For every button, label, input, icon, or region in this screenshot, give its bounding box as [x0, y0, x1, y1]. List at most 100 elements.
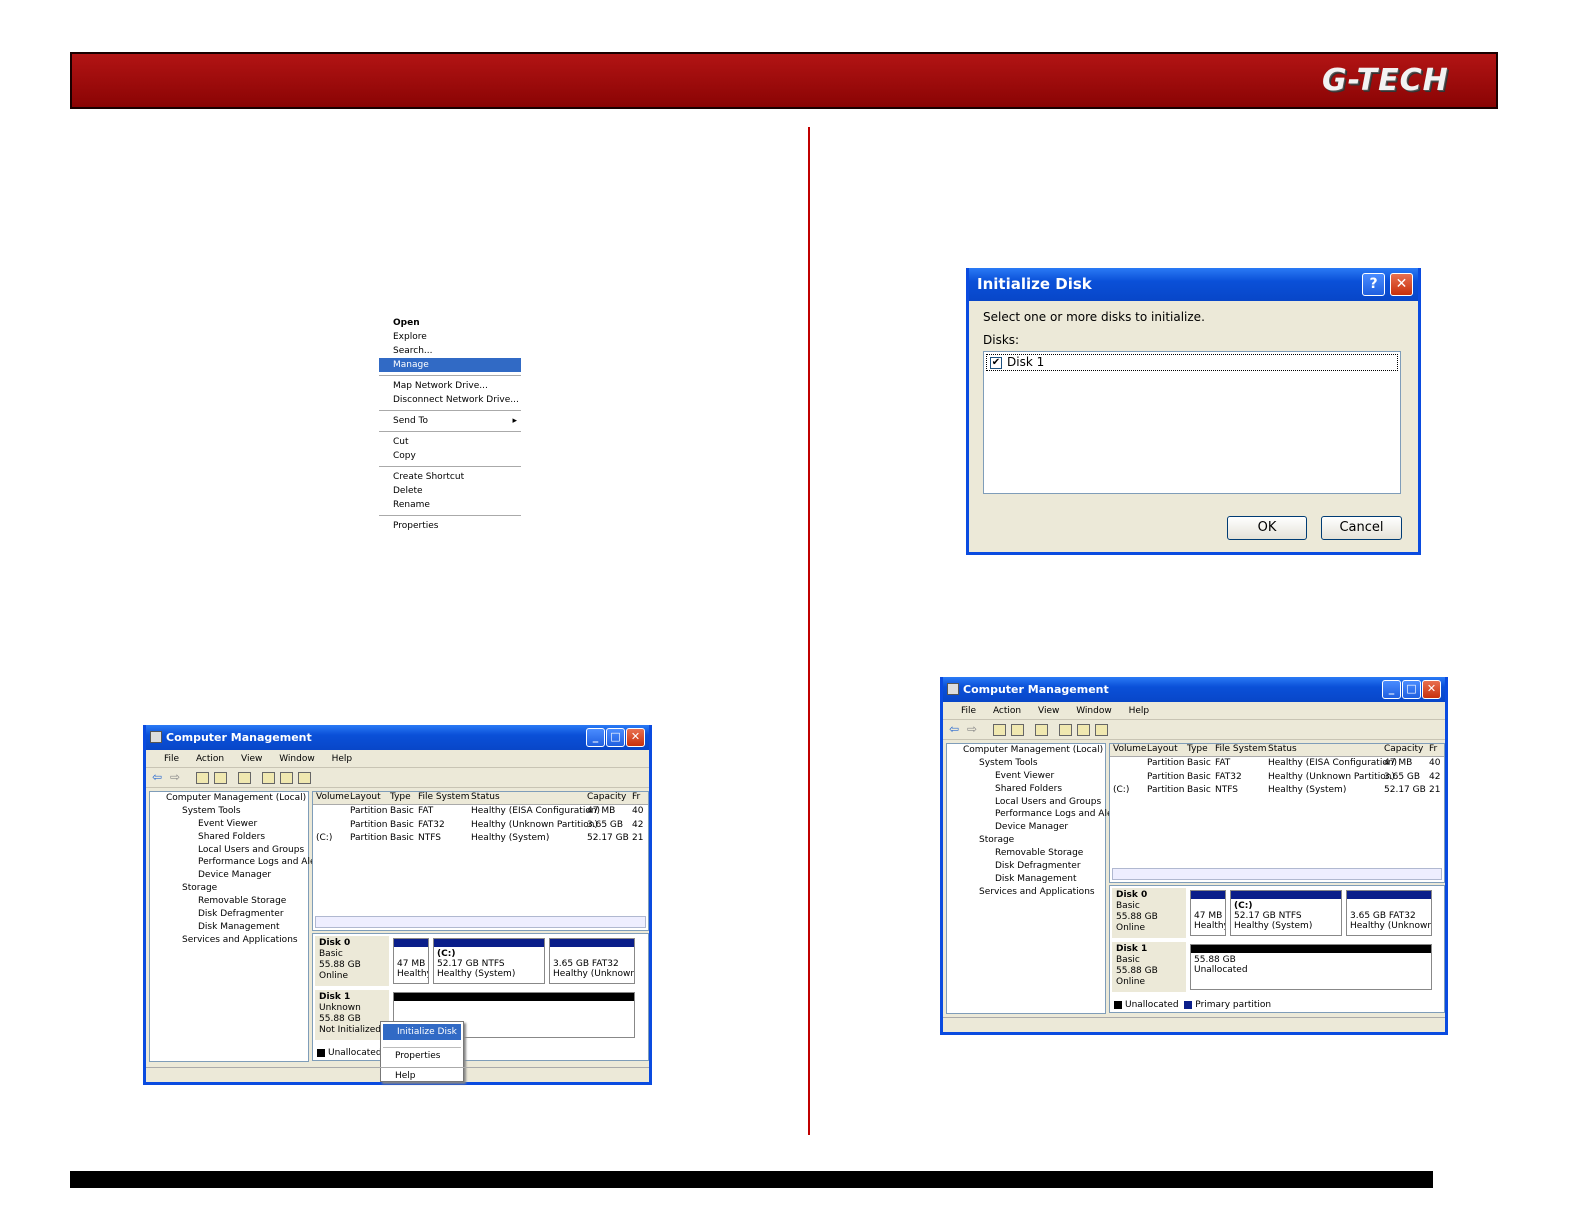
- tree-item-system-tools[interactable]: System Tools: [947, 757, 1105, 770]
- tree-item-device-manager[interactable]: Device Manager: [947, 821, 1105, 834]
- partition-eisa[interactable]: 47 MB FHealthy: [1190, 890, 1226, 936]
- menu-item-initialize-disk[interactable]: Initialize Disk: [383, 1024, 461, 1040]
- menu-item-create-shortcut[interactable]: Create Shortcut: [379, 470, 521, 484]
- up-folder-icon[interactable]: [196, 772, 209, 784]
- back-icon[interactable]: ⇦: [949, 722, 959, 736]
- tree-item-removable-storage[interactable]: Removable Storage: [947, 847, 1105, 860]
- tree-item-system-tools[interactable]: System Tools: [150, 805, 308, 818]
- tree-item-services[interactable]: Services and Applications: [947, 886, 1105, 899]
- partition-eisa[interactable]: 47 MB FHealthy: [393, 938, 429, 984]
- menu-item-copy[interactable]: Copy: [379, 449, 521, 463]
- disk0-label[interactable]: Disk 0 Basic 55.88 GB Online: [315, 936, 389, 986]
- maximize-icon[interactable]: □: [606, 728, 625, 747]
- menu-item-manage[interactable]: Manage: [379, 358, 521, 372]
- tree-item-storage[interactable]: Storage: [150, 882, 308, 895]
- up-folder-icon[interactable]: [993, 724, 1006, 736]
- menu-file[interactable]: File: [164, 754, 179, 764]
- col-volume[interactable]: Volume: [1110, 744, 1146, 754]
- partition-c[interactable]: (C:) 52.17 GB NTFS Healthy (System): [433, 938, 545, 984]
- menu-item-properties[interactable]: Properties: [381, 1048, 463, 1064]
- tree-item-shared-folders[interactable]: Shared Folders: [150, 831, 308, 844]
- menu-window[interactable]: Window: [1076, 706, 1112, 716]
- col-status[interactable]: Status: [1265, 744, 1381, 754]
- back-icon[interactable]: ⇦: [152, 770, 162, 784]
- tree-item-shared-folders[interactable]: Shared Folders: [947, 783, 1105, 796]
- refresh-icon[interactable]: [1095, 724, 1108, 736]
- menu-item-properties[interactable]: Properties: [379, 519, 521, 533]
- col-capacity[interactable]: Capacity: [584, 792, 629, 802]
- tree-item-disk-defragmenter[interactable]: Disk Defragmenter: [150, 908, 308, 921]
- close-icon[interactable]: ✕: [626, 728, 645, 747]
- help-icon[interactable]: ?: [1362, 273, 1385, 296]
- partition-c[interactable]: (C:) 52.17 GB NTFS Healthy (System): [1230, 890, 1342, 936]
- tree-item-local-users[interactable]: Local Users and Groups: [947, 796, 1105, 809]
- show-tree-icon[interactable]: [1011, 724, 1024, 736]
- menu-window[interactable]: Window: [279, 754, 315, 764]
- menu-item-open[interactable]: Open: [379, 316, 521, 330]
- col-type[interactable]: Type: [1184, 744, 1212, 754]
- disk1-label[interactable]: Disk 1 Unknown 55.88 GB Not Initialized: [315, 990, 389, 1040]
- col-layout[interactable]: Layout: [347, 792, 387, 802]
- tree-item-disk-management[interactable]: Disk Management: [150, 921, 308, 934]
- show-tree-icon[interactable]: [214, 772, 227, 784]
- maximize-icon[interactable]: □: [1402, 680, 1421, 699]
- col-filesystem[interactable]: File System: [1212, 744, 1266, 754]
- tree-item-storage[interactable]: Storage: [947, 834, 1105, 847]
- menu-file[interactable]: File: [961, 706, 976, 716]
- checkbox-checked[interactable]: ✔: [990, 357, 1002, 369]
- partition-fat32[interactable]: 3.65 GB FAT32 Healthy (Unknown F: [549, 938, 635, 984]
- refresh-icon[interactable]: [298, 772, 311, 784]
- help-icon[interactable]: [1035, 724, 1048, 736]
- menu-action[interactable]: Action: [993, 706, 1021, 716]
- close-icon[interactable]: ✕: [1422, 680, 1441, 699]
- tree-item-performance-logs[interactable]: Performance Logs and Alerts: [150, 856, 327, 869]
- properties-icon[interactable]: [1077, 724, 1090, 736]
- menu-item-map-drive[interactable]: Map Network Drive...: [379, 379, 521, 393]
- menu-item-cut[interactable]: Cut: [379, 435, 521, 449]
- minimize-icon[interactable]: _: [1382, 680, 1401, 699]
- col-volume[interactable]: Volume: [313, 792, 349, 802]
- col-free[interactable]: Fr: [1426, 744, 1440, 754]
- menu-item-search[interactable]: Search...: [379, 344, 521, 358]
- menu-item-delete[interactable]: Delete: [379, 484, 521, 498]
- disk-list-item[interactable]: ✔ Disk 1: [986, 354, 1398, 371]
- menu-view[interactable]: View: [1038, 706, 1059, 716]
- tree-item-device-manager[interactable]: Device Manager: [150, 869, 308, 882]
- tree-item-performance-logs[interactable]: Performance Logs and Alerts: [947, 808, 1124, 821]
- menu-item-rename[interactable]: Rename: [379, 498, 521, 512]
- tree-item-root[interactable]: Computer Management (Local): [947, 744, 1105, 757]
- export-icon[interactable]: [262, 772, 275, 784]
- table-row[interactable]: Partition Basic FAT Healthy (EISA Configura…: [313, 805, 648, 819]
- minimize-icon[interactable]: _: [586, 728, 605, 747]
- forward-icon[interactable]: ⇨: [967, 722, 977, 736]
- col-filesystem[interactable]: File System: [415, 792, 469, 802]
- table-row[interactable]: Partition Basic FAT32 Healthy (Unknown Part…: [313, 819, 648, 833]
- table-row[interactable]: Partition Basic FAT32 Healthy (Unknown Part…: [1110, 771, 1444, 785]
- tree-item-disk-defragmenter[interactable]: Disk Defragmenter: [947, 860, 1105, 873]
- forward-icon[interactable]: ⇨: [170, 770, 180, 784]
- col-free[interactable]: Fr: [629, 792, 643, 802]
- menu-action[interactable]: Action: [196, 754, 224, 764]
- disk1-unallocated[interactable]: 55.88 GB Unallocated: [1190, 944, 1432, 990]
- horizontal-scrollbar[interactable]: [1112, 868, 1442, 880]
- disk1-label[interactable]: Disk 1 Basic 55.88 GB Online: [1112, 942, 1186, 992]
- menu-item-disconnect-drive[interactable]: Disconnect Network Drive...: [379, 393, 521, 407]
- tree-item-event-viewer[interactable]: Event Viewer: [150, 818, 308, 831]
- menu-help[interactable]: Help: [1129, 706, 1150, 716]
- menu-help[interactable]: Help: [332, 754, 353, 764]
- tree-item-removable-storage[interactable]: Removable Storage: [150, 895, 308, 908]
- partition-fat32[interactable]: 3.65 GB FAT32Healthy (Unknown P: [1346, 890, 1432, 936]
- menu-view[interactable]: View: [241, 754, 262, 764]
- menu-item-explore[interactable]: Explore: [379, 330, 521, 344]
- tree-item-local-users[interactable]: Local Users and Groups: [150, 844, 308, 857]
- tree-item-root[interactable]: Computer Management (Local): [150, 792, 308, 805]
- tree-item-event-viewer[interactable]: Event Viewer: [947, 770, 1105, 783]
- col-layout[interactable]: Layout: [1144, 744, 1184, 754]
- table-row[interactable]: Partition Basic FAT Healthy (EISA Configura…: [1110, 757, 1444, 771]
- menu-item-send-to[interactable]: Send To ▸: [379, 414, 521, 428]
- help-icon[interactable]: [238, 772, 251, 784]
- tree-item-disk-management[interactable]: Disk Management: [947, 873, 1105, 886]
- tree-item-services[interactable]: Services and Applications: [150, 934, 308, 947]
- table-row[interactable]: (C:) Partition Basic NTFS Healthy (System) 52…: [313, 832, 648, 846]
- cancel-button[interactable]: Cancel: [1321, 516, 1402, 540]
